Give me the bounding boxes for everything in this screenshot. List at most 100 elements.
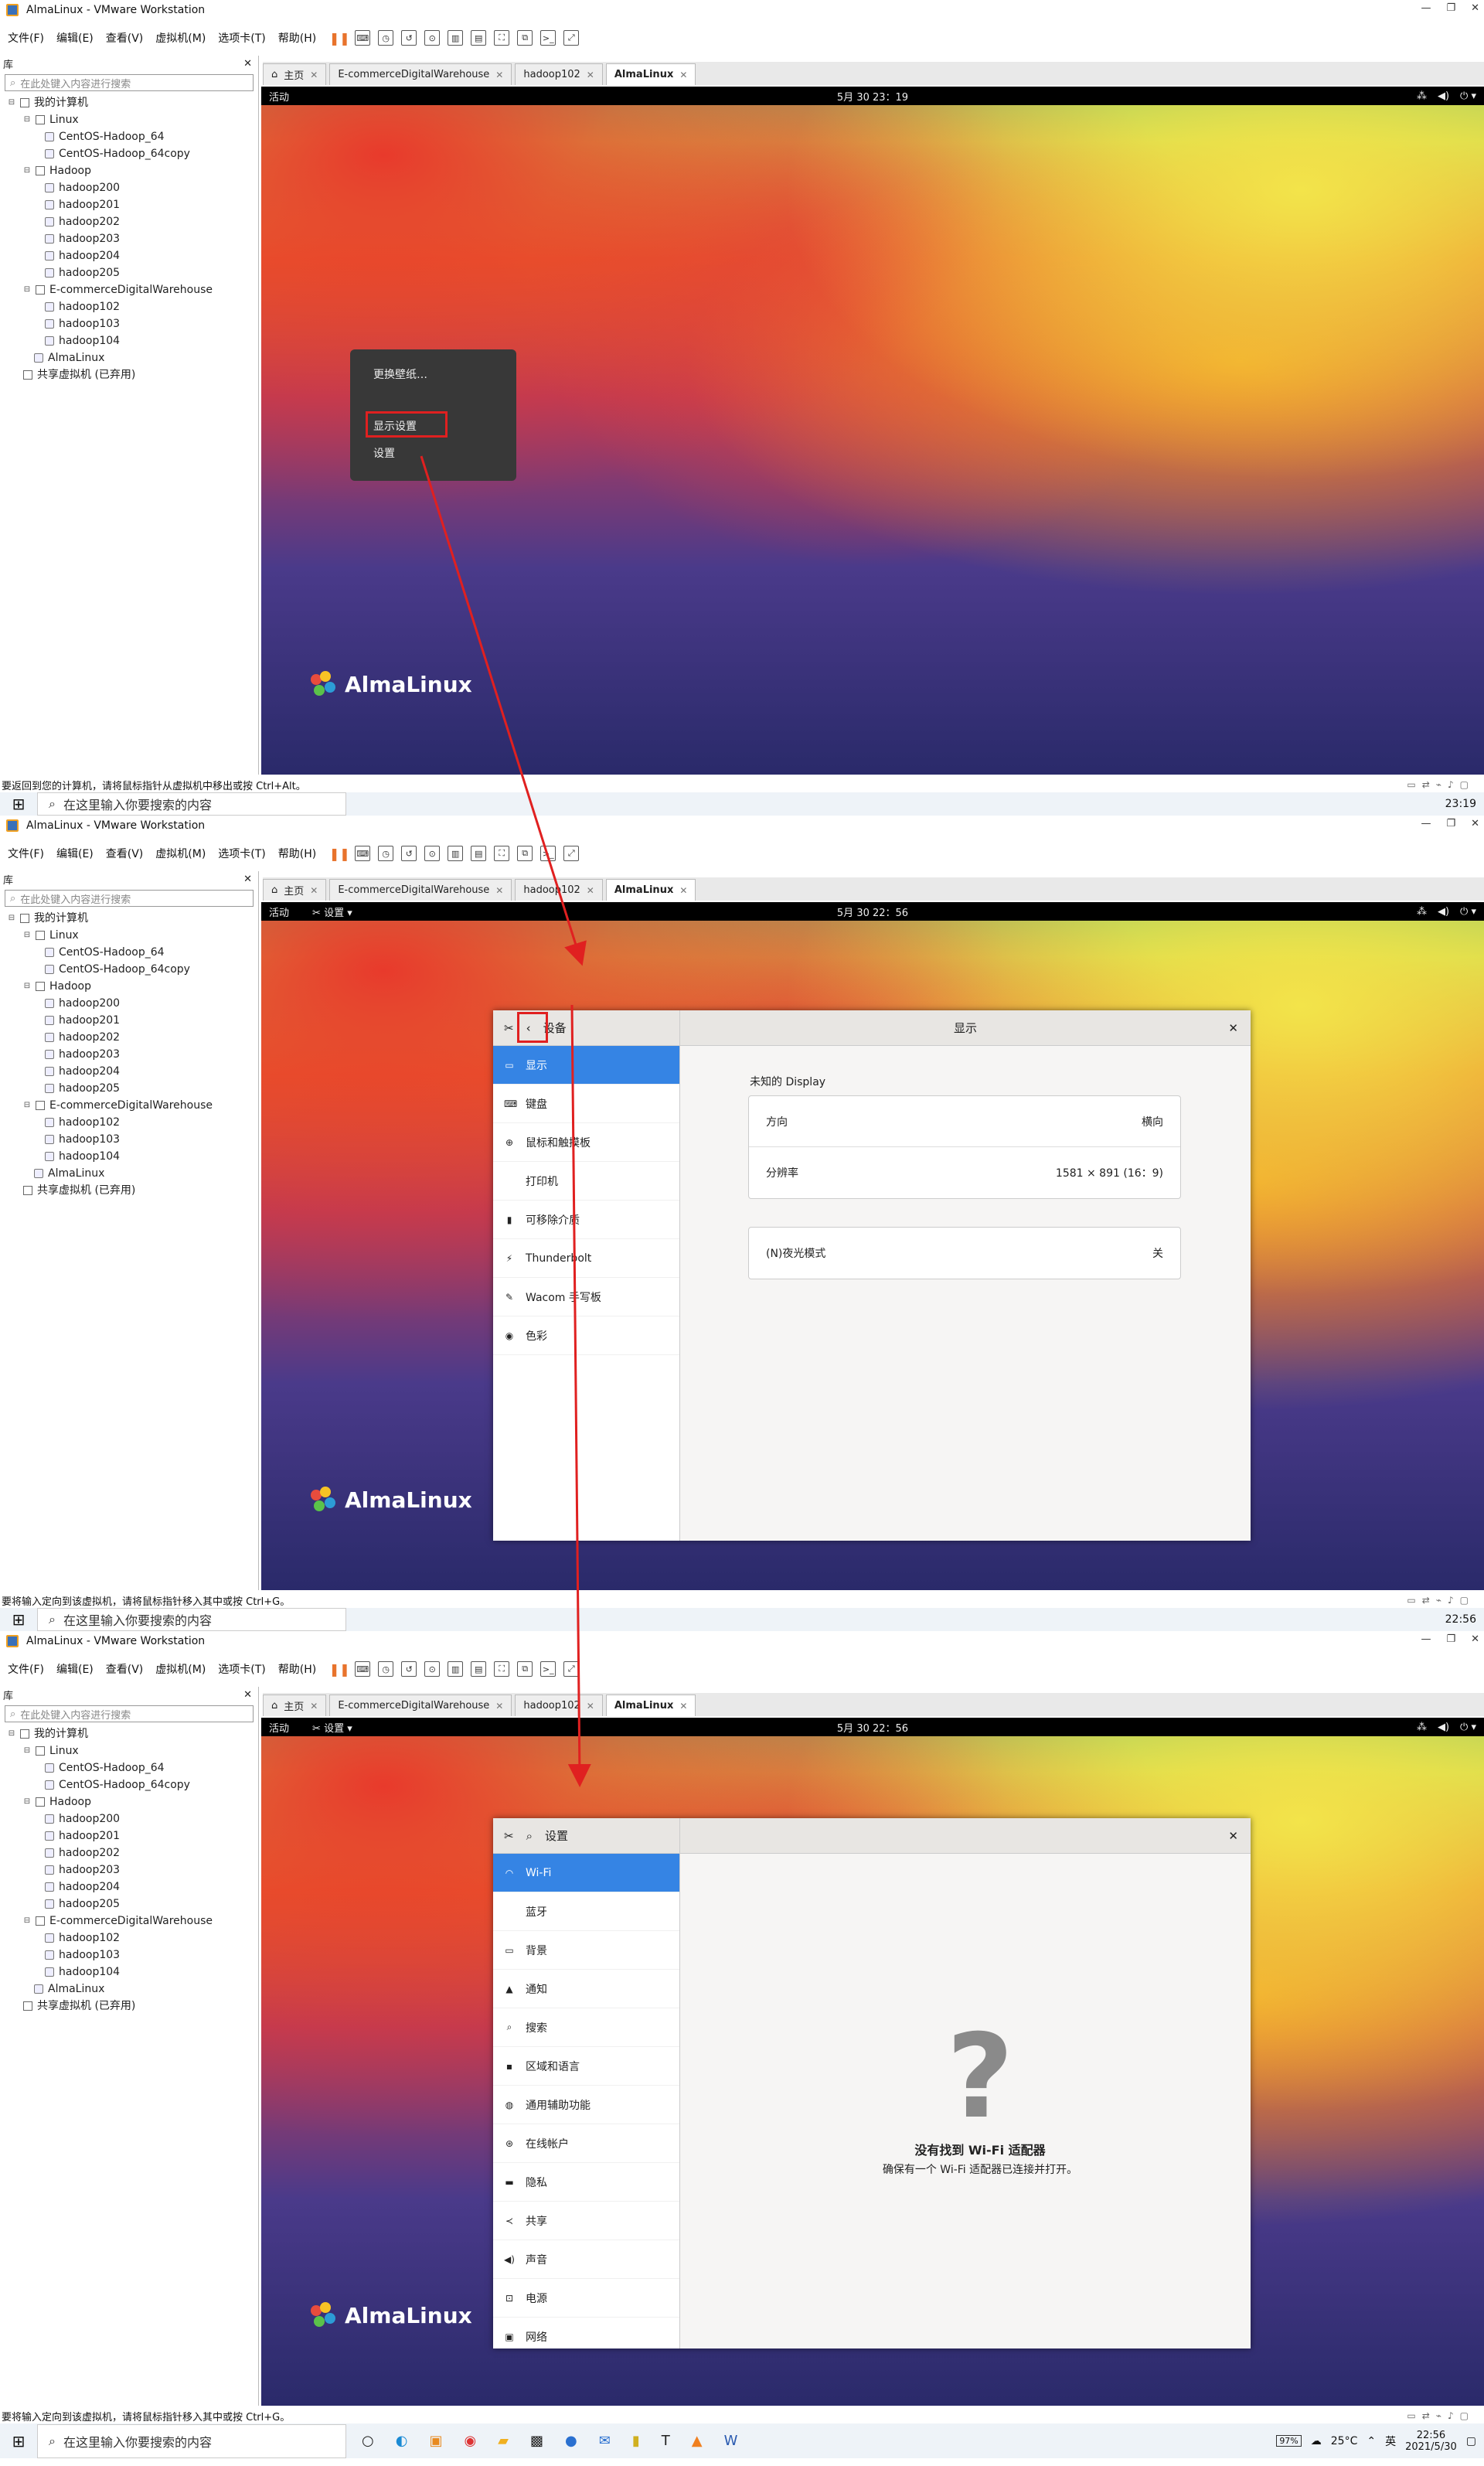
snapshot-manager-icon[interactable]: ⊙ [424,30,441,46]
mail-icon[interactable]: ✉ [599,2433,611,2449]
sidebar-item-network[interactable]: ▣ 网络 [493,2318,679,2348]
guest-screen[interactable]: 活动 5月 30 23：19 ⁂ ◀) ⏻ ▾ 更换壁纸… 显示设置 设置 Alma… [261,87,1484,775]
tab-vm-active[interactable]: AlmaLinux ✕ [605,879,696,901]
menu-file[interactable]: 文件(F) [8,30,44,46]
sidebar-toggle-icon[interactable]: ▥ [448,30,464,46]
tree-vm[interactable]: hadoop205 [8,1895,258,1913]
sidebar-item-region[interactable]: ▪ 区域和语言 [493,2047,679,2086]
menu-vm[interactable]: 虚拟机(M) [155,846,206,861]
send-keys-icon[interactable]: ⌨ [355,1661,371,1677]
volume-icon[interactable]: ◀) [1438,90,1449,102]
menu-settings[interactable]: 设置 [373,445,395,461]
tree-vm[interactable]: AlmaLinux [8,1165,258,1182]
clock-time[interactable]: 22:56 [1445,1613,1476,1626]
tab-vm[interactable]: hadoop102 ✕ [515,63,603,85]
tree-vm[interactable]: hadoop203 [8,1046,258,1063]
sidebar-item-color[interactable]: ◉ 色彩 [493,1316,679,1355]
windows-start-icon[interactable]: ⊞ [0,1610,37,1629]
menu-help[interactable]: 帮助(H) [278,1661,316,1677]
tree-vm[interactable]: hadoop201 [8,196,258,213]
unity-icon[interactable]: ⧉ [517,1661,533,1677]
tree-folder[interactable]: ⊟ E-commerceDigitalWarehouse [8,281,258,298]
tree-vm[interactable]: hadoop204 [8,247,258,264]
menu-view[interactable]: 查看(V) [106,1661,144,1677]
activities-button[interactable]: 活动 [269,904,289,919]
typora-icon[interactable]: T [662,2433,670,2449]
tree-vm[interactable]: CentOS-Hadoop_64 [8,944,258,961]
sidebar-item-accessibility[interactable]: ◍ 通用辅助功能 [493,2086,679,2124]
search-button[interactable]: ⌕ [526,1829,533,1843]
power-icon[interactable]: ⏻ ▾ [1460,1722,1476,1733]
thumbnail-icon[interactable]: ▤ [471,1661,487,1677]
pause-icon[interactable]: ❚❚ [329,30,350,46]
tree-vm[interactable]: AlmaLinux [8,349,258,366]
sidebar-item-notifications[interactable]: ▲ 通知 [493,1970,679,2008]
tree-vm[interactable]: hadoop204 [8,1063,258,1080]
tab-home[interactable]: ⌂ 主页 ✕ [263,1695,327,1716]
sidebar-item-sound[interactable]: ◀) 声音 [493,2240,679,2279]
close-icon[interactable]: ✕ [1471,818,1479,829]
tree-vm[interactable]: hadoop202 [8,213,258,230]
sidebar-item-wifi[interactable]: ◠ Wi-Fi [493,1854,679,1892]
guest-screen[interactable]: 活动 ✂ 设置 ▾ 5月 30 22：56 ⁂ ◀) ⏻ ▾ ✂ ⌕ 设置 ✕ ◠ Wi-… [261,1718,1484,2406]
back-button[interactable]: ‹ [516,1011,548,1043]
tree-vm[interactable]: CentOS-Hadoop_64 [8,1759,258,1776]
tree-vm[interactable]: CentOS-Hadoop_64 [8,128,258,145]
clock-app-icon[interactable]: ● [565,2433,577,2449]
tree-folder[interactable]: ⊟ Linux [8,927,258,944]
tree-vm[interactable]: hadoop103 [8,315,258,332]
tree-vm[interactable]: hadoop103 [8,1947,258,1964]
minimize-icon[interactable]: — [1421,2,1431,14]
close-icon[interactable]: ✕ [1228,1021,1238,1035]
tree-folder[interactable]: ⊟ Linux [8,111,258,128]
fullscreen-icon[interactable]: ⛶ [494,1661,510,1677]
menu-view[interactable]: 查看(V) [106,30,144,46]
activities-button[interactable]: 活动 [269,1720,289,1735]
taskbar-search[interactable]: ⌕ 在这里输入你要搜索的内容 [37,792,346,816]
tree-vm[interactable]: CentOS-Hadoop_64copy [8,1776,258,1793]
pause-icon[interactable]: ❚❚ [329,846,350,861]
close-library-icon[interactable]: ✕ [243,58,252,70]
snapshot-icon[interactable]: ◷ [378,846,394,861]
tab-vm[interactable]: E-commerceDigitalWarehouse ✕ [329,1695,512,1716]
menu-file[interactable]: 文件(F) [8,1661,44,1677]
power-icon[interactable]: ⏻ ▾ [1460,906,1476,918]
unity-icon[interactable]: ⧉ [517,30,533,46]
revert-snapshot-icon[interactable]: ↺ [401,30,417,46]
library-search[interactable]: ⌕ 在此处键入内容进行搜索 [5,1705,254,1722]
tree-my-computer[interactable]: ⊟ 我的计算机 [8,1725,258,1742]
clock-time[interactable]: 23:19 [1445,798,1476,810]
tree-vm[interactable]: hadoop200 [8,995,258,1012]
taskbar-search[interactable]: ⌕ 在这里输入你要搜索的内容 [37,1608,346,1631]
volume-icon[interactable]: ◀) [1438,1722,1449,1733]
sidebar-item-printers[interactable]: 打印机 [493,1162,679,1201]
menu-vm[interactable]: 虚拟机(M) [155,30,206,46]
tab-vm[interactable]: E-commerceDigitalWarehouse ✕ [329,63,512,85]
menu-file[interactable]: 文件(F) [8,846,44,861]
close-icon[interactable]: ✕ [1471,2,1479,14]
guest-screen[interactable]: 活动 ✂ 设置 ▾ 5月 30 22：56 ⁂ ◀) ⏻ ▾ ✂ ‹ 设备 显示 ✕ ▭ 显… [261,902,1484,1590]
tree-vm[interactable]: hadoop104 [8,1148,258,1165]
snapshot-manager-icon[interactable]: ⊙ [424,846,441,861]
menu-edit[interactable]: 编辑(E) [56,1661,94,1677]
close-library-icon[interactable]: ✕ [243,1689,252,1701]
unity-icon[interactable]: ⧉ [517,846,533,861]
activities-button[interactable]: 活动 [269,89,289,104]
thumbnail-icon[interactable]: ▤ [471,846,487,861]
tab-vm-active[interactable]: AlmaLinux ✕ [605,1695,696,1716]
vlc-icon[interactable]: ▲ [692,2433,703,2449]
stretch-icon[interactable]: ⤢ [563,1661,580,1677]
clock[interactable]: 5月 30 22：56 [837,904,908,919]
network-icon[interactable]: ⁂ [1417,906,1427,918]
tree-folder[interactable]: ⊟ Hadoop [8,1793,258,1810]
tab-vm[interactable]: hadoop102 ✕ [515,1695,603,1716]
menu-edit[interactable]: 编辑(E) [56,30,94,46]
app-menu[interactable]: ✂ 设置 ▾ [312,904,352,919]
tab-home[interactable]: ⌂ 主页 ✕ [263,63,327,85]
tree-vm[interactable]: hadoop201 [8,1827,258,1844]
pause-icon[interactable]: ❚❚ [329,1661,350,1677]
tab-vm[interactable]: hadoop102 ✕ [515,879,603,901]
sidebar-item-thunderbolt[interactable]: ⚡ Thunderbolt [493,1239,679,1278]
network-icon[interactable]: ⁂ [1417,90,1427,102]
network-icon[interactable]: ⁂ [1417,1722,1427,1733]
